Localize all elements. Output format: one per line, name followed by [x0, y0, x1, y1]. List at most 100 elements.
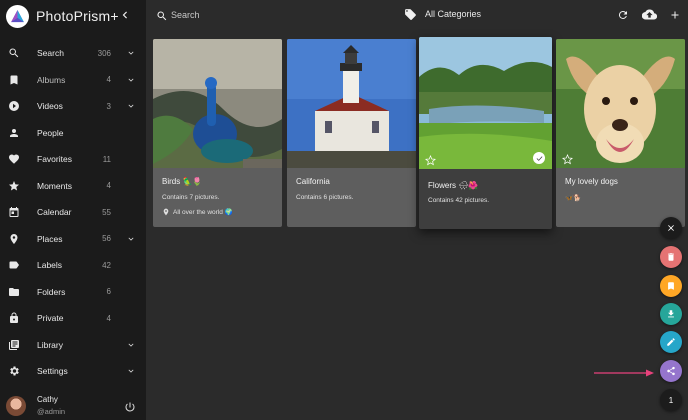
- sidebar: PhotoPrism+ Search 306 Albums 4 Videos 3…: [0, 0, 146, 420]
- sidebar-item-folders[interactable]: Folders 6: [0, 279, 146, 306]
- star-icon: [7, 179, 20, 192]
- chevron-down-icon[interactable]: [126, 340, 136, 350]
- sidebar-item-label: Favorites: [37, 154, 72, 165]
- sidebar-item-label: Calendar: [37, 207, 72, 218]
- selection-count-button[interactable]: 1: [660, 389, 682, 411]
- album-card-dogs[interactable]: My lovely dogs 🦋🐕: [556, 39, 685, 227]
- album-title[interactable]: Flowers 🌧🌺: [428, 181, 478, 190]
- sidebar-item-library[interactable]: Library: [0, 332, 146, 359]
- album-card-flowers[interactable]: Flowers 🌧🌺 Contains 42 pictures.: [419, 37, 552, 229]
- bookmark-icon: [668, 282, 674, 290]
- chevron-down-icon[interactable]: [126, 366, 136, 376]
- album-subtitle: 🦋🐕: [565, 195, 582, 202]
- album-cover-image[interactable]: [419, 37, 552, 169]
- sidebar-item-calendar[interactable]: Calendar 55: [0, 199, 146, 226]
- album-cover-image[interactable]: [153, 39, 282, 168]
- sidebar-item-count: 55: [102, 207, 111, 217]
- cloud-upload-icon[interactable]: [642, 8, 657, 21]
- power-icon[interactable]: [124, 400, 136, 412]
- refresh-icon[interactable]: [616, 8, 629, 21]
- top-toolbar: All Categories: [146, 0, 688, 30]
- close-icon: [668, 225, 674, 231]
- album-subtitle: Contains 42 pictures.: [428, 197, 490, 204]
- album-title[interactable]: California: [296, 177, 330, 186]
- sidebar-item-label: Labels: [37, 260, 63, 271]
- play-icon: [7, 100, 20, 113]
- sidebar-item-label: Videos: [37, 101, 63, 112]
- sidebar-item-moments[interactable]: Moments 4: [0, 173, 146, 200]
- album-location-text: All over the world 🌍: [173, 209, 233, 216]
- lock-icon: [7, 312, 20, 325]
- star-icon[interactable]: [562, 152, 573, 165]
- sidebar-item-count: 42: [102, 260, 111, 270]
- album-location: All over the world 🌍: [162, 208, 233, 216]
- sidebar-item-label: Moments: [37, 180, 72, 191]
- share-button[interactable]: [660, 360, 682, 382]
- sidebar-item-count: 4: [106, 181, 111, 191]
- download-button[interactable]: [660, 303, 682, 325]
- category-select[interactable]: All Categories: [425, 9, 481, 19]
- sidebar-item-label: Albums: [37, 74, 66, 85]
- sidebar-item-count: 306: [97, 48, 111, 58]
- sidebar-item-search[interactable]: Search 306: [0, 40, 146, 67]
- sidebar-item-private[interactable]: Private 4: [0, 305, 146, 332]
- selection-count: 1: [668, 395, 674, 405]
- sidebar-item-favorites[interactable]: Favorites 11: [0, 146, 146, 173]
- add-icon[interactable]: [668, 8, 681, 21]
- avatar[interactable]: [6, 396, 26, 416]
- chevron-down-icon[interactable]: [126, 48, 136, 58]
- sidebar-item-labels[interactable]: Labels 42: [0, 252, 146, 279]
- sidebar-item-videos[interactable]: Videos 3: [0, 93, 146, 120]
- star-icon[interactable]: [425, 153, 436, 166]
- user-name: Cathy: [37, 395, 58, 404]
- sidebar-item-label: Folders: [37, 286, 66, 297]
- sidebar-item-label: Places: [37, 233, 63, 244]
- sidebar-item-label: People: [37, 127, 64, 138]
- delete-button[interactable]: [660, 246, 682, 268]
- album-subtitle: Contains 6 pictures.: [296, 194, 354, 201]
- chevron-down-icon[interactable]: [126, 234, 136, 244]
- user-handle: @admin: [37, 407, 66, 416]
- sidebar-item-settings[interactable]: Settings: [0, 358, 146, 385]
- sidebar-item-label: Settings: [37, 366, 68, 377]
- user-account[interactable]: Cathy @admin: [0, 392, 146, 420]
- sidebar-item-places[interactable]: Places 56: [0, 226, 146, 253]
- album-subtitle: Contains 7 pictures.: [162, 194, 220, 201]
- sidebar-item-count: 3: [106, 101, 111, 111]
- search-input[interactable]: [171, 8, 321, 22]
- download-icon: [668, 310, 674, 318]
- sidebar-nav: Search 306 Albums 4 Videos 3 People Favo…: [0, 40, 146, 385]
- edit-button[interactable]: [660, 331, 682, 353]
- chevron-down-icon[interactable]: [126, 101, 136, 111]
- sidebar-item-label: Library: [37, 339, 63, 350]
- arrow-annotation: [594, 369, 654, 377]
- album-card-birds[interactable]: Birds 🦜🌷 Contains 7 pictures. All over t…: [153, 39, 282, 227]
- sidebar-item-people[interactable]: People: [0, 120, 146, 147]
- add-to-album-button[interactable]: [660, 275, 682, 297]
- trash-icon: [668, 253, 674, 261]
- sidebar-item-count: 6: [106, 287, 111, 297]
- heart-icon: [7, 153, 20, 166]
- collapse-sidebar-button[interactable]: [117, 7, 133, 23]
- album-card-california[interactable]: California Contains 6 pictures.: [287, 39, 416, 227]
- calendar-icon: [7, 206, 20, 219]
- place-icon: [163, 208, 169, 216]
- album-cover-image[interactable]: [556, 39, 685, 168]
- person-icon: [7, 126, 20, 139]
- search-icon[interactable]: [156, 9, 168, 21]
- sidebar-item-count: 4: [106, 313, 111, 323]
- sidebar-item-count: 11: [102, 154, 111, 164]
- sidebar-item-count: 56: [102, 234, 111, 244]
- checkmark-icon[interactable]: [533, 152, 545, 164]
- album-title[interactable]: Birds 🦜🌷: [162, 177, 202, 186]
- album-cover-image[interactable]: [287, 39, 416, 168]
- label-icon[interactable]: [404, 8, 417, 21]
- clear-selection-button[interactable]: [660, 217, 682, 239]
- photoprism-logo: [6, 4, 29, 28]
- album-title[interactable]: My lovely dogs: [565, 177, 618, 186]
- sidebar-item-albums[interactable]: Albums 4: [0, 67, 146, 94]
- library-icon: [7, 338, 20, 351]
- label-icon: [7, 259, 20, 272]
- chevron-down-icon[interactable]: [126, 75, 136, 85]
- search-icon: [7, 47, 20, 60]
